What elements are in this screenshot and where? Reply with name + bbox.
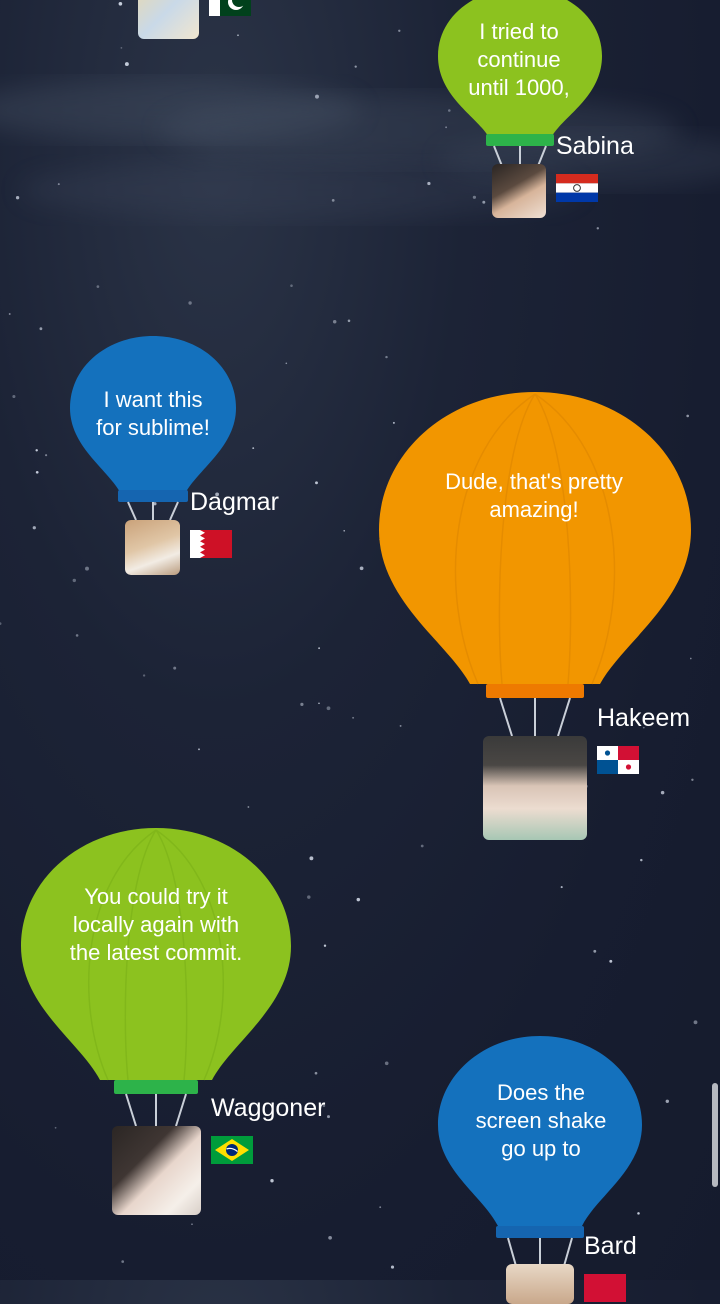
- avatar[interactable]: [138, 0, 199, 39]
- star: [385, 355, 388, 359]
- flag-bahrain: [190, 530, 232, 558]
- star: [188, 301, 192, 305]
- star: [596, 227, 600, 230]
- star: [347, 319, 351, 323]
- message-text: You could try it locally again with the …: [69, 884, 243, 965]
- message-text: I tried to continue until 1000,: [468, 19, 570, 100]
- username: Bard: [584, 1232, 637, 1260]
- message-balloon-4[interactable]: You could try it locally again with the …: [20, 828, 350, 1218]
- star: [390, 1265, 395, 1269]
- flag-red: [584, 1274, 626, 1302]
- star: [173, 666, 177, 670]
- star: [15, 196, 20, 200]
- star: [398, 29, 401, 32]
- star: [420, 844, 424, 848]
- star: [318, 647, 320, 650]
- star: [315, 94, 319, 99]
- message-balloon-1[interactable]: I tried to continue until 1000, Sabina: [420, 0, 680, 220]
- star: [328, 1235, 332, 1240]
- star: [124, 62, 129, 67]
- star: [384, 1061, 389, 1066]
- flag-pakistan: [209, 0, 251, 16]
- message-text: Does the screen shake go up to: [475, 1080, 607, 1161]
- star: [142, 674, 146, 677]
- username: Dagmar: [190, 488, 279, 516]
- flag-paraguay: [556, 174, 598, 202]
- message-balloon-2[interactable]: I want this for sublime! Dagmar: [60, 336, 320, 581]
- star: [343, 529, 346, 532]
- star: [693, 1020, 698, 1025]
- scrollbar[interactable]: [712, 1083, 718, 1187]
- star: [75, 634, 79, 637]
- star: [379, 1206, 382, 1209]
- username: Waggoner: [211, 1094, 326, 1122]
- star: [356, 897, 361, 902]
- star: [57, 183, 60, 186]
- avatar[interactable]: [492, 164, 546, 218]
- message-balloon-5[interactable]: Does the screen shake go up to Bard: [436, 1036, 720, 1304]
- star: [326, 706, 331, 711]
- star: [35, 470, 39, 474]
- star: [247, 806, 250, 808]
- star: [352, 716, 355, 719]
- star: [354, 65, 357, 68]
- star: [45, 454, 48, 457]
- star: [0, 622, 2, 625]
- message-text: I want this for sublime!: [96, 387, 210, 440]
- star: [32, 526, 36, 530]
- balloon-icon: [21, 828, 291, 1127]
- username: Sabina: [556, 132, 634, 160]
- star: [8, 313, 11, 315]
- star: [300, 702, 304, 707]
- star: [198, 748, 200, 751]
- message-text: Dude, that's pretty amazing!: [445, 469, 623, 522]
- username: Hakeem: [597, 704, 691, 732]
- avatar[interactable]: [483, 736, 587, 840]
- star: [609, 959, 613, 963]
- star: [35, 449, 38, 452]
- star: [331, 199, 335, 202]
- flag-panama: [597, 746, 639, 774]
- message-balloon-3[interactable]: Dude, that's pretty amazing! Hakeem: [378, 392, 720, 842]
- star: [359, 566, 364, 571]
- avatar[interactable]: [506, 1264, 574, 1304]
- star: [593, 949, 597, 953]
- star: [290, 284, 293, 287]
- avatar[interactable]: [125, 520, 180, 575]
- star: [318, 702, 320, 705]
- star: [96, 285, 100, 288]
- star: [39, 327, 43, 331]
- message-balloon-0[interactable]: [0, 0, 300, 50]
- star: [191, 1223, 193, 1226]
- star: [332, 319, 337, 324]
- balloon-icon: [379, 392, 691, 737]
- star: [640, 858, 643, 862]
- star: [12, 394, 16, 399]
- star: [121, 1260, 125, 1263]
- flag-brazil: [211, 1136, 253, 1164]
- star: [560, 886, 563, 889]
- avatar[interactable]: [112, 1126, 201, 1215]
